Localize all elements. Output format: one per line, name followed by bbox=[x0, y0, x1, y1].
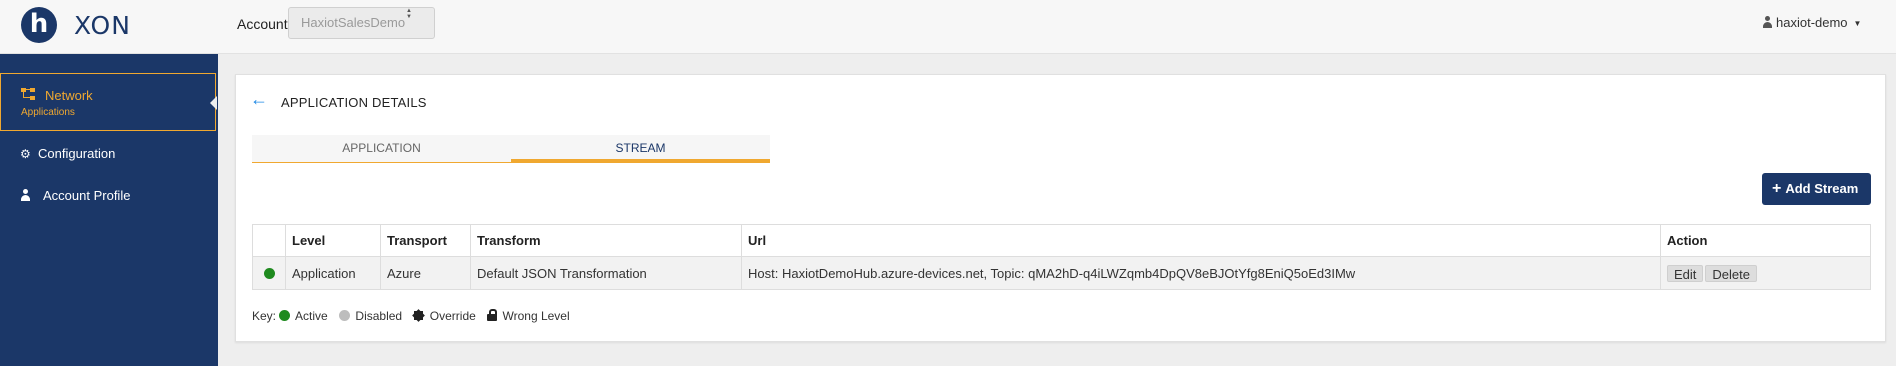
sidebar-item-network[interactable] bbox=[0, 73, 217, 131]
brand-name: XON bbox=[74, 11, 131, 40]
lock-icon bbox=[487, 309, 498, 321]
key-active-label: Active bbox=[295, 309, 328, 323]
sidebar-item-configuration[interactable]: ⚙ Configuration bbox=[20, 146, 115, 161]
key-label: Key: bbox=[252, 309, 277, 323]
user-icon bbox=[20, 189, 31, 201]
chevron-down-icon: ▼ bbox=[1853, 19, 1862, 28]
active-status-icon bbox=[263, 267, 275, 279]
sidebar-item-network-label: Network bbox=[45, 88, 93, 103]
column-header-url: Url bbox=[741, 224, 1661, 257]
column-header-status bbox=[252, 224, 286, 257]
add-stream-label: Add Stream bbox=[1785, 181, 1859, 196]
back-arrow-icon[interactable]: ← bbox=[250, 90, 268, 108]
user-icon bbox=[1762, 16, 1773, 28]
user-name: haxiot-demo bbox=[1776, 15, 1848, 30]
key-disabled-label: Disabled bbox=[355, 309, 403, 323]
tab-bar: APPLICATION STREAM bbox=[252, 135, 770, 163]
disabled-dot-icon bbox=[339, 310, 351, 321]
account-select-value: HaxiotSalesDemo bbox=[301, 15, 406, 30]
key-item-override: Override bbox=[413, 309, 476, 323]
column-header-action: Action bbox=[1660, 224, 1871, 257]
sidebar-item-account-profile[interactable]: Account Profile bbox=[20, 188, 130, 203]
column-header-transport: Transport bbox=[380, 224, 471, 257]
active-dot-icon bbox=[279, 310, 291, 321]
gear-icon: ⚙ bbox=[20, 147, 31, 161]
add-stream-button[interactable]: + Add Stream bbox=[1762, 173, 1871, 205]
override-icon bbox=[413, 310, 424, 321]
sidebar-item-configuration-label: Configuration bbox=[38, 146, 116, 161]
table-header-row: Level Transport Transform Url Action bbox=[252, 224, 1871, 257]
account-select[interactable]: HaxiotSalesDemo ▲▼ bbox=[288, 7, 435, 39]
column-header-transform: Transform bbox=[470, 224, 742, 257]
page-title: APPLICATION DETAILS bbox=[281, 95, 427, 110]
select-caret-icon: ▲▼ bbox=[406, 8, 412, 20]
sidebar-item-network-sublabel: Applications bbox=[21, 107, 75, 118]
status-cell bbox=[252, 256, 286, 290]
level-cell: Application bbox=[285, 256, 381, 290]
sidebar-item-account-profile-label: Account Profile bbox=[43, 188, 131, 203]
application-details-card: ← APPLICATION DETAILS APPLICATION STREAM… bbox=[235, 74, 1886, 342]
streams-table: Level Transport Transform Url Action App… bbox=[252, 224, 1871, 290]
status-key: Key: Active Disabled Override Wrong Leve… bbox=[252, 309, 578, 323]
logo-icon[interactable]: h bbox=[21, 7, 57, 43]
url-cell: Host: HaxiotDemoHub.azure-devices.net, T… bbox=[741, 256, 1661, 290]
user-menu[interactable]: haxiot-demo ▼ bbox=[1762, 15, 1861, 30]
plus-icon: + bbox=[1772, 180, 1782, 197]
table-row: Application Azure Default JSON Transform… bbox=[252, 256, 1871, 290]
key-item-disabled: Disabled bbox=[339, 309, 402, 323]
top-bar: h XON Account HaxiotSalesDemo ▲▼ haxiot-… bbox=[0, 0, 1896, 54]
tab-stream[interactable]: STREAM bbox=[511, 135, 770, 163]
transport-cell: Azure bbox=[380, 256, 471, 290]
key-item-wrong-level: Wrong Level bbox=[487, 309, 570, 323]
action-cell: Edit Delete bbox=[1660, 256, 1871, 290]
key-item-active: Active bbox=[279, 309, 328, 323]
column-header-level: Level bbox=[285, 224, 381, 257]
network-icon bbox=[21, 88, 36, 100]
tab-application[interactable]: APPLICATION bbox=[252, 135, 511, 163]
account-label: Account bbox=[237, 16, 288, 32]
transform-cell: Default JSON Transformation bbox=[470, 256, 742, 290]
key-wrong-level-label: Wrong Level bbox=[502, 309, 570, 323]
edit-button[interactable]: Edit bbox=[1667, 264, 1704, 282]
key-override-label: Override bbox=[429, 309, 476, 323]
delete-button[interactable]: Delete bbox=[1705, 264, 1757, 282]
sidebar: Network Applications ⚙ Configuration Acco… bbox=[0, 54, 218, 366]
logo-letter: h bbox=[29, 9, 49, 39]
